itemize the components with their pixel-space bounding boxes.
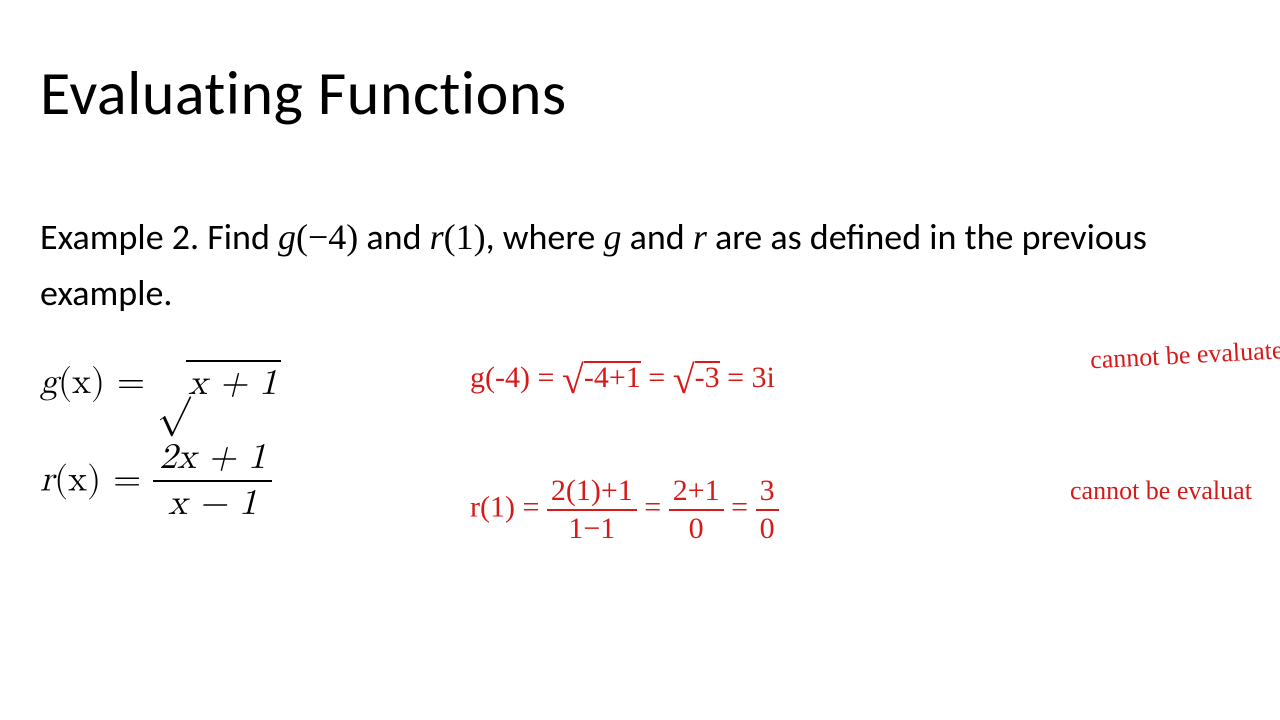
eq: = 3i (727, 361, 775, 394)
text: Example 2. Find (40, 215, 278, 259)
fraction: 2x + 1x − 1 (153, 438, 272, 523)
handwriting-g-note: cannot be evaluated (1089, 335, 1280, 376)
math-g: g (603, 217, 621, 257)
denominator: 1−1 (547, 511, 637, 545)
handwriting-g-work: g(-4) = √-4+1 = √-3 = 3i (470, 360, 775, 400)
numerator: 2(1)+1 (547, 475, 637, 511)
fraction: 2+10 (669, 475, 724, 544)
handwriting-r-work: r(1) = 2(1)+11−1 = 2+10 = 30 (470, 475, 779, 544)
formula-r: r(x) = 2x + 1x − 1 (40, 440, 272, 525)
fraction: 30 (756, 475, 779, 544)
sqrt-body: x + 1 (186, 360, 281, 405)
eq: = (731, 490, 755, 523)
example-prompt: Example 2. Find g(−4) and r(1), where g … (40, 210, 1240, 322)
numerator: 2x + 1 (153, 438, 272, 482)
sqrt-icon: √ (562, 360, 584, 400)
slide-title: Evaluating Functions (40, 55, 567, 131)
sqrt: √x + 1 (157, 360, 281, 410)
eq: = (648, 361, 672, 394)
eq: = (644, 490, 668, 523)
hw-lhs: r(1) = (470, 490, 547, 523)
fn-name: g (40, 364, 58, 400)
fn-arg: (x) = (54, 461, 153, 497)
fn-arg: (x) = (58, 364, 157, 400)
denominator: x − 1 (153, 482, 272, 524)
math-r: r (693, 217, 707, 257)
math-g: g (278, 217, 296, 257)
text: and (621, 215, 692, 259)
sqrt-body: -3 (695, 361, 720, 393)
fn-name: r (40, 461, 54, 497)
text: , where (486, 215, 604, 259)
sqrt-icon: √ (673, 360, 695, 400)
numerator: 3 (756, 475, 779, 511)
sqrt-icon: √ (157, 362, 190, 410)
fraction: 2(1)+11−1 (547, 475, 637, 544)
sqrt-body: -4+1 (584, 361, 641, 393)
text: and (358, 215, 429, 259)
slide: Evaluating Functions Example 2. Find g(−… (0, 0, 1280, 720)
math-arg: (−4) (296, 217, 358, 257)
denominator: 0 (756, 511, 779, 545)
formula-g: g(x) = √x + 1 (40, 360, 281, 410)
denominator: 0 (669, 511, 724, 545)
handwriting-r-note: cannot be evaluat (1070, 475, 1252, 508)
numerator: 2+1 (669, 475, 724, 511)
hw-lhs: g(-4) = (470, 361, 562, 394)
math-arg: (1) (444, 217, 486, 257)
math-r: r (430, 217, 444, 257)
